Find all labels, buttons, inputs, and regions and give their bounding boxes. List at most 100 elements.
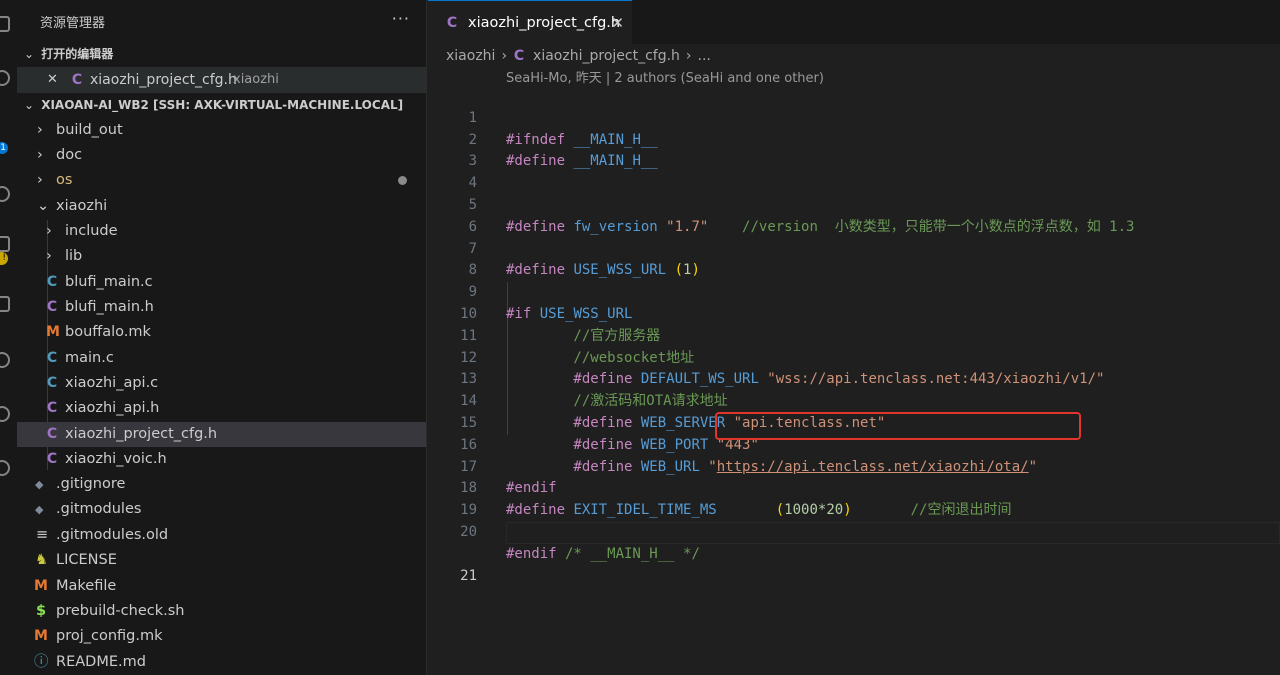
code-line: 6	[428, 195, 1280, 235]
tree-item-label: build_out	[56, 122, 123, 138]
breadcrumb-symbols[interactable]: ...	[698, 48, 711, 64]
tree-item-xiaozhi-api-c[interactable]: C xiaozhi_api.c	[17, 371, 426, 396]
makefile-icon: M	[46, 324, 60, 340]
tree-item-label: doc	[56, 147, 83, 163]
breadcrumb: xiaozhi › Cxiaozhi_project_cfg.h ›...	[446, 45, 711, 67]
code-line: 20 #endif /* __MAIN_H__ */	[428, 500, 1280, 562]
code-line: 1 #ifndef __MAIN_H__	[428, 86, 1280, 148]
source-control-badge: 1	[0, 142, 8, 154]
tree-item-makefile[interactable]: M Makefile	[17, 574, 426, 599]
tree-item-label: .gitignore	[56, 476, 126, 492]
tree-item-label: Makefile	[56, 578, 117, 594]
h-file-icon: C	[46, 299, 58, 315]
tree-item-include[interactable]: › include	[17, 219, 426, 244]
code-line: 11 //websocket地址	[428, 304, 1280, 366]
code-line: 12 #define DEFAULT_WS_URL "wss://api.ten…	[428, 326, 1280, 388]
tree-item-bouffalo-mk[interactable]: M bouffalo.mk	[17, 320, 426, 345]
token: #endif	[506, 545, 557, 562]
tree-item-label: README.md	[56, 654, 146, 670]
breadcrumb-file[interactable]: xiaozhi_project_cfg.h	[533, 48, 680, 64]
tree-item-label: prebuild-check.sh	[56, 603, 185, 619]
h-file-icon: C	[46, 400, 58, 416]
tree-item-gitmodules-old[interactable]: ≡ .gitmodules.old	[17, 523, 426, 548]
explorer-icon[interactable]	[0, 16, 10, 32]
tree-item-label: main.c	[65, 350, 114, 366]
close-icon[interactable]: ✕	[47, 67, 58, 93]
run-debug-icon[interactable]	[0, 186, 10, 202]
open-editors-section[interactable]: ⌄ 打开的编辑器	[17, 43, 426, 65]
chevron-right-icon: ›	[46, 223, 52, 239]
tree-item-blufi-main-c[interactable]: C blufi_main.c	[17, 270, 426, 295]
open-editors-label: 打开的编辑器	[41, 47, 114, 61]
tree-item-os[interactable]: › os	[17, 168, 426, 193]
tree-item-gitmodules[interactable]: ◆ .gitmodules	[17, 497, 426, 522]
editor-area: Cxiaozhi_project_cfg.h ✕ xiaozhi › Cxiaozh…	[428, 0, 1280, 675]
workspace-section[interactable]: ⌄ XIAOAN-AI_WB2 [SSH: AXK-VIRTUAL-MACHIN…	[17, 94, 426, 116]
tab-xiaozhi-project-cfg-h[interactable]: Cxiaozhi_project_cfg.h ✕	[428, 0, 632, 44]
code-line: 15 #define WEB_PORT "443"	[428, 391, 1280, 453]
tree-item-xiaozhi-project-cfg-h[interactable]: C xiaozhi_project_cfg.h	[17, 422, 426, 447]
tree-item-xiaozhi-voic-h[interactable]: C xiaozhi_voic.h	[17, 447, 426, 472]
tab-bar: Cxiaozhi_project_cfg.h ✕	[428, 0, 1280, 44]
code-line: 13 //激活码和OTA请求地址	[428, 348, 1280, 409]
tree-item-blufi-main-h[interactable]: C blufi_main.h	[17, 295, 426, 320]
extensions-icon[interactable]	[0, 296, 10, 312]
annotation-highlight-box	[715, 412, 1081, 440]
code-line: 14 #define WEB_SERVER "api.tenclass.net"	[428, 369, 1280, 431]
tree-item-build-out[interactable]: › build_out	[17, 118, 426, 143]
chevron-down-icon: ⌄	[23, 98, 35, 112]
tree-item-readme-md[interactable]: ⓘ README.md	[17, 650, 426, 675]
info-icon: ⓘ	[34, 654, 49, 670]
tree-item-label: LICENSE	[56, 552, 117, 568]
license-icon: ♞	[35, 552, 48, 568]
code-line: 5 #define fw_version "1.7" //version 小数类…	[428, 173, 1280, 235]
close-icon[interactable]: ✕	[611, 1, 624, 45]
explorer-sidebar: 资源管理器 ··· ⌄ 打开的编辑器 ✕ C xiaozhi_project_c…	[17, 0, 427, 675]
c-file-icon: C	[46, 375, 58, 391]
makefile-icon: M	[34, 628, 48, 644]
c-file-icon: C	[46, 350, 58, 366]
code-line: 4	[428, 151, 1280, 191]
tree-item-label: xiaozhi	[56, 198, 108, 214]
tree-item-label: xiaozhi_voic.h	[65, 451, 167, 467]
tree-item-xiaozhi[interactable]: ⌄ xiaozhi	[17, 194, 426, 219]
tree-item-xiaozhi-api-h[interactable]: C xiaozhi_api.h	[17, 396, 426, 421]
tree-item-lib[interactable]: › lib	[17, 244, 426, 269]
tree-item-proj-config-mk[interactable]: M proj_config.mk	[17, 624, 426, 649]
git-icon: ◆	[35, 503, 44, 516]
settings-icon[interactable]	[0, 460, 10, 476]
code-line: 2 #define __MAIN_H__	[428, 108, 1280, 170]
account-icon[interactable]	[0, 352, 10, 368]
tree-item-prebuild-check-sh[interactable]: $ prebuild-check.sh	[17, 599, 426, 624]
open-editor-item[interactable]: ✕ C xiaozhi_project_cfg.h xiaozhi	[17, 67, 426, 93]
chevron-right-icon: ›	[501, 48, 508, 64]
chevron-right-icon: ›	[37, 172, 43, 188]
open-editor-folder: xiaozhi	[233, 72, 279, 87]
c-file-icon: C	[46, 274, 58, 290]
clock-icon[interactable]	[0, 406, 10, 422]
chevron-right-icon: ›	[46, 248, 52, 264]
more-actions-icon[interactable]: ···	[392, 9, 410, 28]
tree-item-label: proj_config.mk	[56, 628, 163, 644]
token: /* __MAIN_H__ */	[556, 545, 700, 562]
current-line-highlight	[506, 522, 1280, 544]
remote-explorer-icon[interactable]	[0, 236, 10, 252]
tree-item-main-c[interactable]: C main.c	[17, 346, 426, 371]
tree-item-license[interactable]: ♞ LICENSE	[17, 548, 426, 573]
tree-item-doc[interactable]: › doc	[17, 143, 426, 168]
search-icon[interactable]	[0, 70, 10, 86]
git-icon: ◆	[35, 478, 44, 491]
tree-item-gitignore[interactable]: ◆ .gitignore	[17, 472, 426, 497]
tree-item-label: blufi_main.c	[65, 274, 153, 290]
h-file-icon: C	[446, 15, 458, 31]
tree-item-label: .gitmodules	[56, 501, 142, 517]
h-file-icon: C	[513, 48, 525, 64]
tree-item-label: include	[65, 223, 118, 239]
tree-item-label: blufi_main.h	[65, 299, 154, 315]
code-line: 8	[428, 239, 1280, 278]
workspace-label: XIAOAN-AI_WB2 [SSH: AXK-VIRTUAL-MACHINE.…	[41, 98, 404, 112]
breadcrumb-folder[interactable]: xiaozhi	[446, 48, 495, 64]
activity-bar: 1 !	[0, 0, 17, 675]
chevron-right-icon: ›	[37, 147, 43, 163]
git-blame-codelens[interactable]: SeaHi-Mo, 昨天 | 2 authors (SeaHi and one …	[506, 67, 824, 86]
